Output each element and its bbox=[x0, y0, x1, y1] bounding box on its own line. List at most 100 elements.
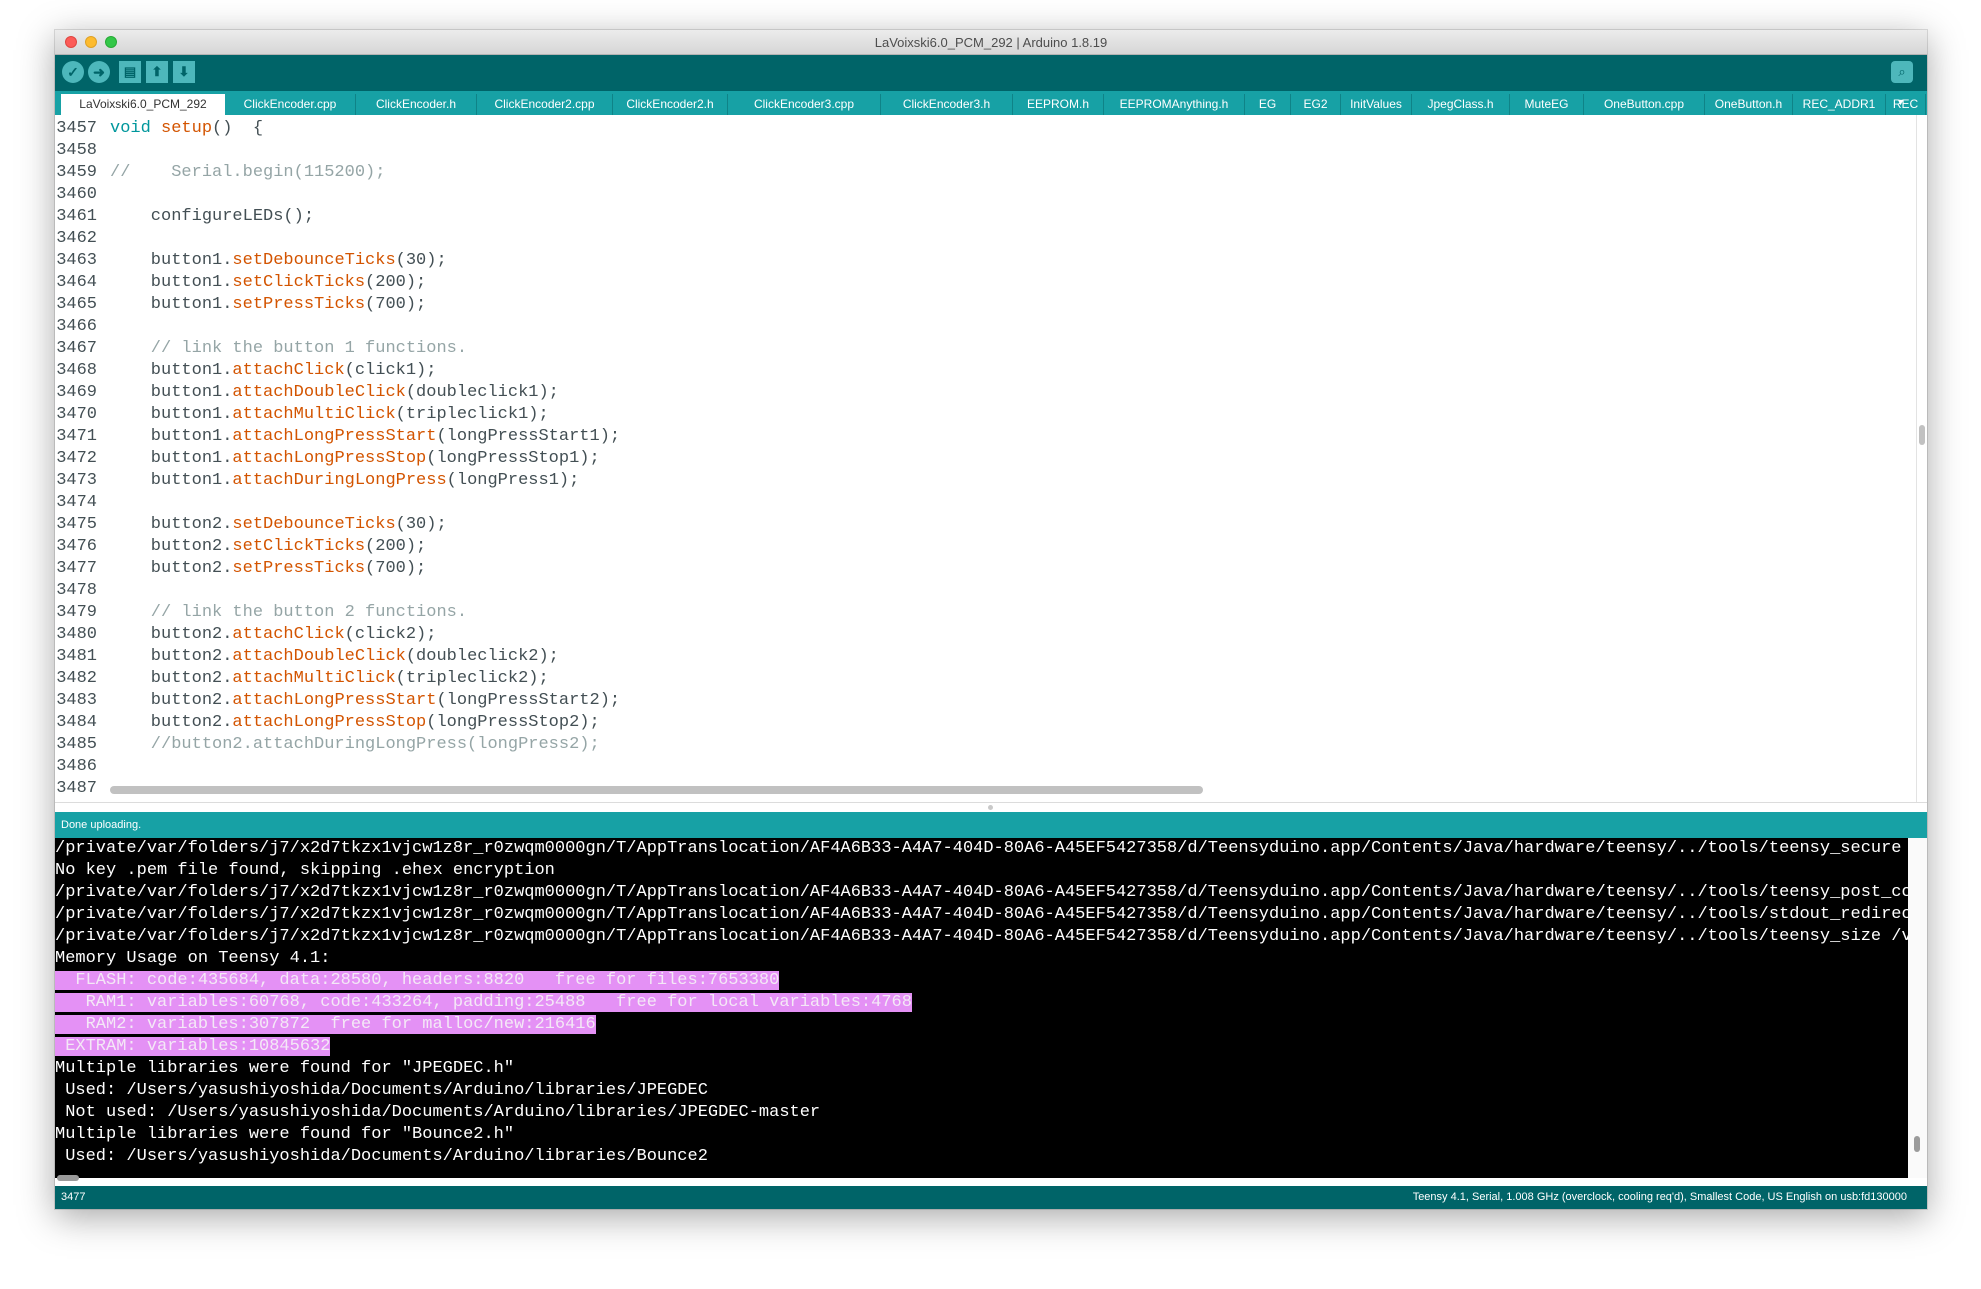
code-token: setDebounceTicks bbox=[232, 251, 396, 270]
new-sketch-button[interactable]: ▤ bbox=[119, 61, 141, 83]
code-token: button1. bbox=[110, 361, 233, 380]
code-text: button1.attachLongPressStop(longPressSto… bbox=[110, 448, 600, 470]
console-line: FLASH: code:435684, data:28580, headers:… bbox=[55, 970, 780, 992]
tab-lavoixski6-0-pcm-292[interactable]: LaVoixski6.0_PCM_292 bbox=[61, 94, 225, 115]
code-token: button2. bbox=[110, 559, 233, 578]
code-token: attachMultiClick bbox=[232, 669, 396, 688]
code-token: configureLEDs(); bbox=[110, 207, 315, 226]
code-token: () { bbox=[212, 119, 264, 138]
code-text: // link the button 2 functions. bbox=[110, 602, 467, 624]
tab-rec-addr1[interactable]: REC_ADDR1 bbox=[1793, 94, 1886, 115]
console-vertical-scrollbar[interactable] bbox=[1908, 838, 1927, 1178]
code-token: (longPressStop1); bbox=[426, 449, 600, 468]
code-token: button1. bbox=[110, 273, 233, 292]
console-text: Used: /Users/yasushiyoshida/Documents/Ar… bbox=[55, 1081, 708, 1100]
status-message: Done uploading. bbox=[61, 819, 142, 831]
code-token: (tripleclick2); bbox=[395, 669, 549, 688]
line-number: 3475 bbox=[56, 515, 97, 534]
code-token: attachClick bbox=[232, 625, 345, 644]
current-line-number: 3477 bbox=[61, 1191, 86, 1203]
serial-monitor-button[interactable]: ⌕ bbox=[1891, 61, 1913, 83]
code-token: (30); bbox=[395, 251, 447, 270]
code-token: attachClick bbox=[232, 361, 345, 380]
save-sketch-button[interactable]: ⬇ bbox=[173, 61, 195, 83]
line-number: 3479 bbox=[56, 603, 97, 622]
tab-clickencoder3-cpp[interactable]: ClickEncoder3.cpp bbox=[728, 94, 881, 115]
line-number: 3466 bbox=[56, 317, 97, 336]
code-token: attachDoubleClick bbox=[232, 647, 406, 666]
code-token: (longPressStart2); bbox=[436, 691, 621, 710]
code-text: button1.setClickTicks(200); bbox=[110, 272, 426, 294]
console-text: Not used: /Users/yasushiyoshida/Document… bbox=[55, 1103, 821, 1122]
code-token: setClickTicks bbox=[232, 273, 366, 292]
code-token: (longPress1); bbox=[446, 471, 580, 490]
code-token: attachLongPressStart bbox=[232, 691, 437, 710]
tab-clickencoder3-h[interactable]: ClickEncoder3.h bbox=[881, 94, 1013, 115]
code-text: button2.attachDoubleClick(doubleclick2); bbox=[110, 646, 559, 668]
line-number: 3478 bbox=[56, 581, 97, 600]
tab-clickencoder2-h[interactable]: ClickEncoder2.h bbox=[613, 94, 728, 115]
tab-clickencoder2-cpp[interactable]: ClickEncoder2.cpp bbox=[477, 94, 613, 115]
line-number: 3459 bbox=[56, 163, 97, 182]
splitter-grip-icon[interactable] bbox=[988, 805, 993, 810]
code-token: button1. bbox=[110, 471, 233, 490]
console-horizontal-scroll-thumb[interactable] bbox=[57, 1175, 79, 1181]
code-token: void bbox=[110, 119, 151, 138]
line-number: 3469 bbox=[56, 383, 97, 402]
code-token: (click1); bbox=[344, 361, 437, 380]
code-token: attachLongPressStop bbox=[232, 449, 427, 468]
code-token: button2. bbox=[110, 537, 233, 556]
code-token: button1. bbox=[110, 251, 233, 270]
console-line: /private/var/folders/j7/x2d7tkzx1vjcw1z8… bbox=[55, 926, 1908, 948]
code-text: button1.setPressTicks(700); bbox=[110, 294, 426, 316]
open-sketch-button[interactable]: ⬆ bbox=[146, 61, 168, 83]
tab-muteeg[interactable]: MuteEG bbox=[1510, 94, 1584, 115]
verify-button[interactable]: ✓ bbox=[62, 61, 84, 83]
footer-status-bar: 3477 Teensy 4.1, Serial, 1.008 GHz (over… bbox=[55, 1186, 1927, 1209]
line-number: 3458 bbox=[56, 141, 97, 160]
line-number: 3472 bbox=[56, 449, 97, 468]
console-text: /private/var/folders/j7/x2d7tkzx1vjcw1z8… bbox=[55, 927, 1908, 946]
arrow-down-icon: ⬇ bbox=[178, 64, 190, 79]
code-token: (doubleclick1); bbox=[405, 383, 559, 402]
line-number: 3480 bbox=[56, 625, 97, 644]
tab-jpegclass-h[interactable]: JpegClass.h bbox=[1412, 94, 1510, 115]
tab-eg2[interactable]: EG2 bbox=[1291, 94, 1341, 115]
code-text: void setup() { bbox=[110, 118, 263, 140]
editor-horizontal-scrollbar[interactable] bbox=[110, 786, 1203, 794]
code-text: button2.setDebounceTicks(30); bbox=[110, 514, 447, 536]
console-text: Memory Usage on Teensy 4.1: bbox=[55, 949, 331, 968]
tab-eeprom-h[interactable]: EEPROM.h bbox=[1013, 94, 1104, 115]
code-text: button2.attachLongPressStart(longPressSt… bbox=[110, 690, 620, 712]
tab-rec[interactable]: REC bbox=[1886, 94, 1926, 115]
line-number: 3483 bbox=[56, 691, 97, 710]
console-output[interactable]: /private/var/folders/j7/x2d7tkzx1vjcw1z8… bbox=[55, 838, 1908, 1178]
tab-clickencoder-h[interactable]: ClickEncoder.h bbox=[356, 94, 477, 115]
code-token: (200); bbox=[365, 537, 427, 556]
code-token: button2. bbox=[110, 625, 233, 644]
console-scroll-thumb[interactable] bbox=[1914, 1136, 1920, 1152]
code-text: button1.attachMultiClick(tripleclick1); bbox=[110, 404, 549, 426]
title-bar: LaVoixski6.0_PCM_292 | Arduino 1.8.19 bbox=[55, 30, 1927, 55]
code-token: (doubleclick2); bbox=[405, 647, 559, 666]
code-token: button2. bbox=[110, 691, 233, 710]
tab-initvalues[interactable]: InitValues bbox=[1341, 94, 1412, 115]
code-text: button2.attachClick(click2); bbox=[110, 624, 437, 646]
tab-eg[interactable]: EG bbox=[1245, 94, 1291, 115]
tab-onebutton-h[interactable]: OneButton.h bbox=[1705, 94, 1793, 115]
code-token: // link the button 2 functions. bbox=[110, 603, 468, 622]
triangle-down-icon[interactable]: ▼ bbox=[1896, 97, 1905, 107]
window-title: LaVoixski6.0_PCM_292 | Arduino 1.8.19 bbox=[874, 35, 1108, 50]
code-token: (200); bbox=[365, 273, 427, 292]
editor-scroll-thumb[interactable] bbox=[1919, 425, 1925, 445]
code-token: setPressTicks bbox=[232, 559, 366, 578]
tab-eepromanything-h[interactable]: EEPROMAnything.h bbox=[1104, 94, 1245, 115]
tab-clickencoder-cpp[interactable]: ClickEncoder.cpp bbox=[225, 94, 356, 115]
code-token: attachDoubleClick bbox=[232, 383, 406, 402]
code-token: attachMultiClick bbox=[232, 405, 396, 424]
editor-vertical-scrollbar[interactable] bbox=[1916, 115, 1927, 815]
code-editor[interactable]: 3457 void setup() {3458 3459 // Serial.begi… bbox=[55, 115, 1908, 815]
tab-onebutton-cpp[interactable]: OneButton.cpp bbox=[1584, 94, 1705, 115]
upload-button[interactable]: ➜ bbox=[88, 61, 110, 83]
console-line: Not used: /Users/yasushiyoshida/Document… bbox=[55, 1102, 820, 1124]
